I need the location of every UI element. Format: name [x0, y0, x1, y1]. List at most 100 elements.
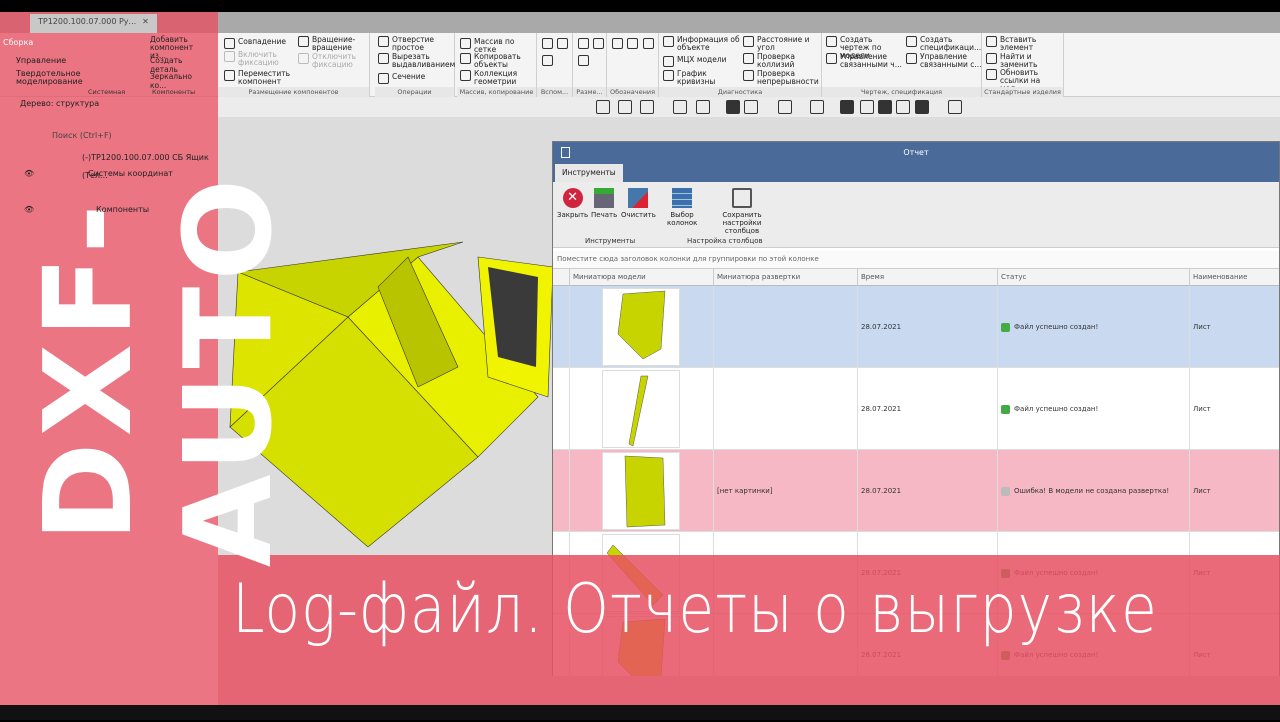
table-header: Миниатюра модели Миниатюра развертки Вре…	[553, 269, 1279, 286]
close-icon[interactable]: ✕	[142, 17, 149, 30]
table-row[interactable]: 28.07.2021 Файл успешно создан! Лист	[553, 286, 1279, 368]
insert-element-button[interactable]: Вставить элемент	[986, 36, 1062, 52]
distance-angle-button[interactable]: Расстояние и угол	[743, 36, 821, 52]
tree-item-components[interactable]: Компоненты	[96, 201, 149, 219]
group-array: Массив по сетке Копировать объекты Колле…	[457, 33, 537, 97]
aux-icon[interactable]	[557, 38, 568, 49]
view-icon[interactable]	[596, 100, 610, 114]
visibility-icon[interactable]	[778, 100, 792, 114]
close-button[interactable]: ✕ Закрыть	[557, 188, 588, 219]
group-label: Настройка столбцов	[687, 237, 763, 245]
clear-button[interactable]: Очистить	[621, 188, 656, 219]
manage-linked-drawings-button[interactable]: Управление связанными ч...	[826, 53, 904, 69]
clear-icon	[628, 188, 649, 208]
save-column-settings-button[interactable]: Сохранить настройки столбцов	[705, 188, 779, 235]
column-model-thumb[interactable]: Миниатюра модели	[569, 269, 713, 286]
group-label: Чертеж, спецификация	[822, 87, 981, 97]
report-tab-row: Инструменты	[553, 164, 1279, 182]
group-by-hint[interactable]: Поместите сюда заголовок колонки для гру…	[553, 251, 1279, 269]
dimension-icon[interactable]	[578, 38, 589, 49]
mirror-component-button[interactable]: Зеркально ко...	[150, 72, 210, 90]
name-cell: Лист	[1189, 368, 1277, 450]
enable-fix-button[interactable]: Включить фиксацию	[224, 51, 294, 67]
manage-linked-spec-button[interactable]: Управление связанными с...	[906, 53, 982, 69]
group-dimensions: Разме...	[573, 33, 607, 97]
tree-item-coordinate-systems[interactable]: Системы координат	[88, 165, 173, 183]
tree-title: Дерево: структура	[20, 99, 100, 108]
snap-icon[interactable]	[840, 100, 854, 114]
mode-management[interactable]: Управление	[16, 56, 66, 65]
aux-icon[interactable]	[542, 38, 553, 49]
curvature-graph-button[interactable]: График кривизны	[663, 70, 733, 86]
document-tab-label: ТР1200.100.07.000 Ру...	[38, 17, 137, 26]
layers-icon[interactable]	[860, 100, 874, 114]
group-standard: Вставить элемент Найти и заменить Обнови…	[982, 33, 1064, 97]
create-spec-button[interactable]: Создать спецификаци...	[906, 36, 982, 52]
copy-objects-button[interactable]: Копировать объекты	[460, 53, 530, 69]
group-placement: Совпадение Включить фиксацию Переместить…	[218, 33, 370, 97]
collision-check-button[interactable]: Проверка коллизий	[743, 53, 821, 69]
zoom-icon[interactable]	[640, 100, 654, 114]
continuity-check-button[interactable]: Проверка непрерывности	[743, 70, 821, 86]
properties-icon[interactable]	[948, 100, 962, 114]
tree-search-input[interactable]: Поиск (Ctrl+F)	[52, 131, 112, 140]
section-view-icon[interactable]	[810, 100, 824, 114]
group-label: Системная	[88, 88, 126, 96]
mode-solid-modeling[interactable]: Твердотельное моделирование	[16, 70, 83, 86]
column-status[interactable]: Статус	[997, 269, 1189, 286]
status-text: Файл успешно создан!	[1014, 323, 1099, 331]
name-cell: Лист	[1189, 450, 1277, 532]
wireframe-icon[interactable]	[744, 100, 758, 114]
columns-icon	[672, 188, 692, 208]
object-info-button[interactable]: Информация об объекте	[663, 36, 743, 52]
table-row[interactable]: 28.07.2021 Файл успешно создан! Лист	[553, 368, 1279, 450]
orient-icon[interactable]	[673, 100, 687, 114]
geometry-collection-button[interactable]: Коллекция геометрии	[460, 70, 530, 86]
shaded-icon[interactable]	[726, 100, 740, 114]
notation-icon[interactable]	[643, 38, 654, 49]
doc2-icon[interactable]	[896, 100, 910, 114]
document-tab-bar: ТР1200.100.07.000 Ру... ✕	[0, 12, 1280, 33]
report-toolbar: ✕ Закрыть Печать Очистить Выбор колонок С…	[553, 182, 1279, 248]
group-notation: Обозначения	[607, 33, 659, 97]
video-title: Log-файл. Отчеты о выгрузке	[232, 570, 1158, 649]
document-tab[interactable]: ТР1200.100.07.000 Ру... ✕	[30, 14, 157, 33]
extrude-cut-button[interactable]: Вырезать выдавливанием	[378, 53, 455, 69]
success-icon	[1001, 322, 1010, 332]
print-button[interactable]: Печать	[591, 188, 617, 219]
print-icon	[594, 188, 615, 208]
unfold-thumbnail-cell: [нет картинки]	[713, 450, 857, 532]
eye-icon[interactable]: 👁	[24, 169, 34, 178]
hole-button[interactable]: Отверстие простое	[378, 36, 448, 52]
doc-icon[interactable]	[878, 100, 892, 114]
mass-properties-button[interactable]: МЦХ модели	[663, 56, 727, 67]
find-replace-button[interactable]: Найти и заменить	[986, 53, 1062, 69]
axes-icon[interactable]	[696, 100, 710, 114]
aux-icon[interactable]	[542, 55, 553, 66]
dimension-icon[interactable]	[578, 55, 589, 66]
unfold-thumbnail-cell	[713, 368, 857, 450]
rotate-button[interactable]: Вращение-вращение	[298, 36, 368, 52]
section-button[interactable]: Сечение	[378, 73, 425, 84]
group-aux: Вспом...	[537, 33, 573, 97]
mode-assembly[interactable]: Сборка	[3, 38, 33, 47]
column-unfold-thumb[interactable]: Миниатюра развертки	[713, 269, 857, 286]
eye-icon[interactable]: 👁	[24, 205, 34, 214]
group-label: Стандартные изделия	[982, 87, 1063, 97]
column-time[interactable]: Время	[857, 269, 997, 286]
choose-columns-button[interactable]: Выбор колонок	[667, 188, 697, 227]
table-row[interactable]: [нет картинки] 28.07.2021 Ошибка! В моде…	[553, 450, 1279, 532]
view-icon[interactable]	[618, 100, 632, 114]
notation-icon[interactable]	[612, 38, 623, 49]
filter-icon[interactable]	[915, 100, 929, 114]
column-name[interactable]: Наименование	[1189, 269, 1277, 286]
dimension-icon[interactable]	[593, 38, 604, 49]
tab-tools[interactable]: Инструменты	[555, 164, 623, 182]
notation-icon[interactable]	[627, 38, 638, 49]
coincidence-button[interactable]: Совпадение	[224, 38, 286, 49]
model-thumbnail-cell	[569, 286, 713, 368]
app-menu-icon[interactable]	[561, 147, 570, 158]
disable-fix-button[interactable]: Отключить фиксацию	[298, 53, 368, 69]
move-component-button[interactable]: Переместить компонент	[224, 70, 294, 86]
view-toolbar	[218, 97, 1280, 117]
